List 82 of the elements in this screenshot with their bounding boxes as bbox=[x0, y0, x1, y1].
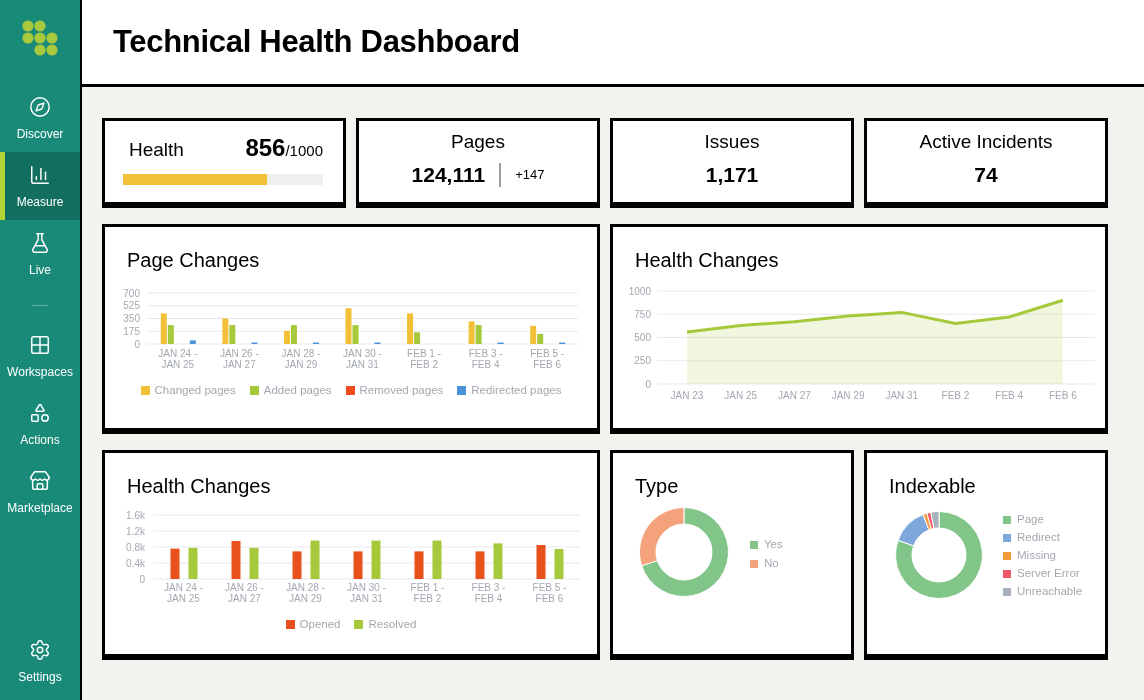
axis-label: 1.6k bbox=[126, 509, 145, 521]
metric-total: /1000 bbox=[285, 142, 323, 161]
axis-label: FEB 3 - FEB 4 bbox=[470, 582, 507, 604]
legend-label: Server Error bbox=[1017, 566, 1080, 582]
compass-icon bbox=[29, 96, 51, 118]
legend-label: Redirected pages bbox=[471, 383, 562, 397]
nav-item[interactable]: Actions bbox=[0, 390, 80, 458]
storefront-icon bbox=[29, 470, 51, 492]
nav-item[interactable]: Settings bbox=[0, 627, 80, 695]
axis-label: FEB 6 bbox=[1048, 390, 1078, 402]
card-title: Health bbox=[129, 138, 184, 162]
axis-label: 0.8k bbox=[126, 541, 145, 553]
legend-label: Page bbox=[1017, 512, 1044, 528]
axis-label: JAN 25 bbox=[723, 390, 759, 402]
legend-label: Removed pages bbox=[359, 383, 444, 397]
metric-value: 74 bbox=[974, 162, 998, 188]
nav-item[interactable]: Marketplace bbox=[0, 458, 80, 526]
dots-logo bbox=[22, 20, 58, 56]
grid-icon bbox=[29, 334, 51, 356]
axis-label: JAN 26 - JAN 27 bbox=[218, 348, 260, 370]
axis-label: 175 bbox=[123, 325, 140, 337]
bar-chart-icon bbox=[29, 164, 51, 186]
axis-label: JAN 26 - JAN 27 bbox=[224, 582, 265, 604]
axis-label: JAN 28 - JAN 29 bbox=[280, 348, 322, 370]
axis-label: JAN 28 - JAN 29 bbox=[285, 582, 326, 604]
axis-label: JAN 29 bbox=[830, 390, 866, 402]
axis-label: 250 bbox=[634, 355, 651, 367]
nav-item[interactable]: Discover bbox=[0, 84, 80, 152]
axis-label: 1000 bbox=[628, 285, 651, 297]
axis-label: JAN 31 bbox=[884, 390, 920, 402]
axis-label: FEB 5 - FEB 6 bbox=[529, 348, 566, 370]
nav-item[interactable]: Workspaces bbox=[0, 322, 80, 390]
metric-value: 1,171 bbox=[705, 162, 759, 188]
metric-value: 124,111 bbox=[411, 162, 486, 188]
axis-label: 0.4k bbox=[126, 557, 145, 569]
legend-label: Missing bbox=[1017, 548, 1056, 564]
metric-delta: +147 bbox=[515, 166, 545, 184]
axis-label: 0 bbox=[645, 378, 651, 390]
axis-label: FEB 1 - FEB 2 bbox=[409, 582, 446, 604]
legend-label: Resolved bbox=[368, 617, 417, 631]
axis-label: 700 bbox=[123, 287, 140, 299]
axis-label: FEB 4 bbox=[994, 390, 1025, 402]
axis-label: JAN 23 bbox=[669, 390, 705, 402]
axis-label: 500 bbox=[634, 332, 651, 343]
card-title: Issues bbox=[704, 130, 760, 154]
axis-label: 1.2k bbox=[126, 525, 145, 537]
card-title: Active Incidents bbox=[919, 130, 1053, 154]
legend-label: Yes bbox=[764, 536, 783, 552]
axis-label: FEB 3 - FEB 4 bbox=[467, 348, 504, 370]
legend-label: Added pages bbox=[263, 383, 332, 397]
legend-label: Unreachable bbox=[1017, 584, 1083, 600]
settings-icon bbox=[29, 639, 51, 661]
card-title: Type bbox=[634, 474, 680, 499]
axis-label: 0 bbox=[134, 338, 140, 350]
nav-item[interactable]: Live bbox=[0, 220, 80, 288]
selection-bar bbox=[0, 152, 5, 220]
card-title: Indexable bbox=[888, 474, 977, 499]
page-title: Technical Health Dashboard bbox=[113, 22, 520, 61]
axis-label: 750 bbox=[634, 308, 651, 320]
axis-label: FEB 2 bbox=[940, 390, 971, 402]
metric-value: 856 bbox=[245, 135, 286, 161]
legend-label: No bbox=[764, 555, 779, 571]
nav-item[interactable]: Measure bbox=[0, 152, 80, 220]
card-title: Pages bbox=[451, 130, 505, 154]
legend-label: Changed pages bbox=[154, 383, 236, 397]
axis-label: 0 bbox=[139, 573, 145, 585]
card-title: Health Changes bbox=[126, 474, 272, 499]
legend-label: Opened bbox=[299, 617, 341, 631]
axis-label: FEB 5 - FEB 6 bbox=[531, 582, 568, 604]
card-title: Health Changes bbox=[634, 248, 780, 273]
flask-icon bbox=[29, 232, 51, 254]
axis-label: 525 bbox=[123, 300, 140, 312]
axis-label: JAN 24 - JAN 25 bbox=[163, 582, 204, 604]
axis-label: JAN 27 bbox=[777, 390, 812, 402]
shapes-icon bbox=[29, 402, 51, 424]
axis-label: JAN 24 - JAN 25 bbox=[157, 348, 199, 370]
legend-label: Redirect bbox=[1017, 530, 1060, 546]
axis-label: FEB 1 - FEB 2 bbox=[406, 348, 442, 370]
axis-label: 350 bbox=[123, 313, 140, 324]
axis-label: JAN 30 - JAN 31 bbox=[346, 582, 387, 604]
axis-label: JAN 30 - JAN 31 bbox=[342, 348, 383, 370]
card-title: Page Changes bbox=[126, 248, 261, 273]
